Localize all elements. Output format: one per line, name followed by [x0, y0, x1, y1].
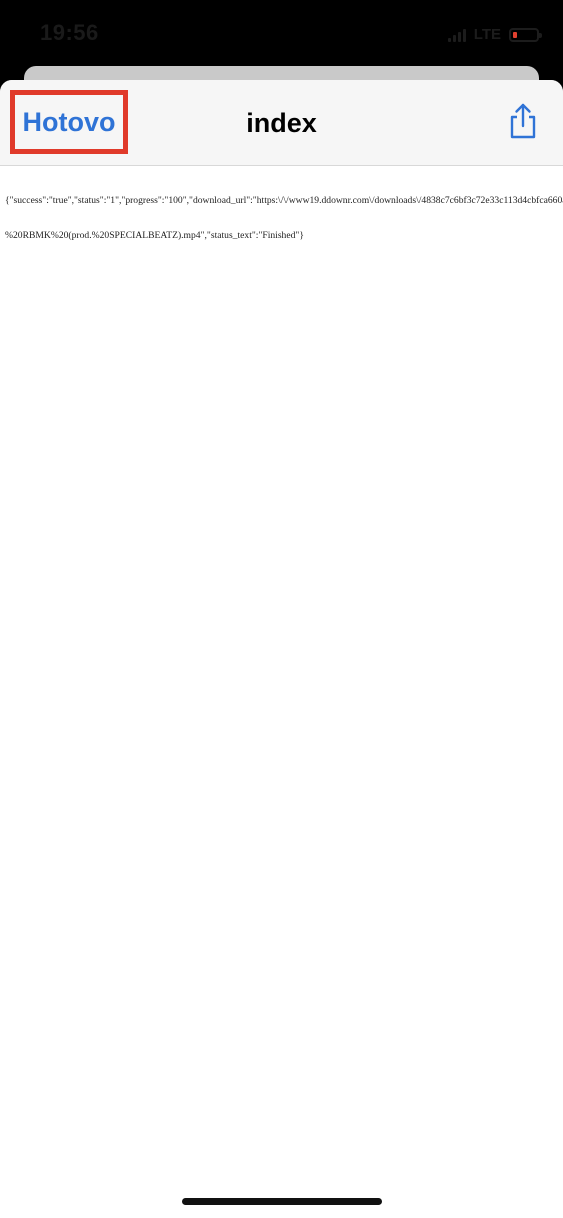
share-icon	[510, 103, 536, 139]
home-indicator[interactable]	[182, 1198, 382, 1205]
page-title: index	[246, 108, 317, 138]
document-line: {"success":"true","status":"1","progress…	[5, 195, 563, 206]
document-sheet: Hotovo index {"success":"true","status":…	[0, 80, 563, 1218]
document-line: %20RBMK%20(prod.%20SPECIALBEATZ).mp4","s…	[5, 229, 304, 241]
nav-bar: Hotovo index	[0, 80, 563, 166]
battery-cap	[539, 32, 542, 38]
document-content: {"success":"true","status":"1","progress…	[0, 166, 563, 264]
screen: 19:56 LTE Hotovo index {"success":"true"…	[0, 0, 563, 1218]
status-bar: 19:56 LTE	[0, 0, 563, 62]
status-indicators: LTE	[447, 26, 542, 43]
status-time: 19:56	[40, 20, 99, 45]
battery-icon	[509, 27, 542, 42]
network-label: LTE	[473, 26, 501, 43]
signal-icon	[447, 28, 466, 42]
battery-level	[513, 31, 517, 38]
share-button[interactable]	[507, 102, 539, 140]
